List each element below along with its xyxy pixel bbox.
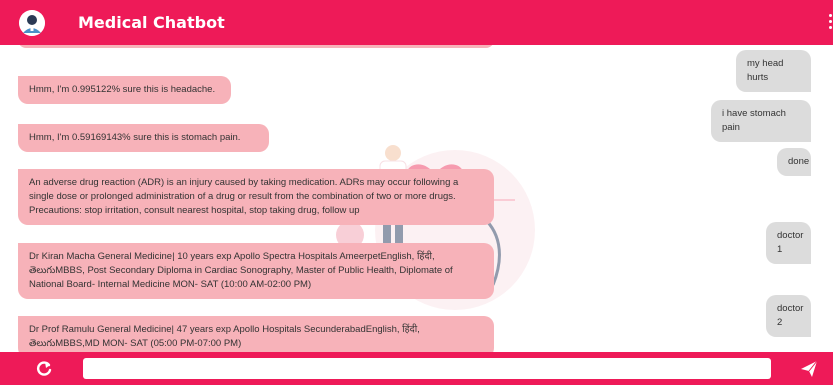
user-message: my head hurts <box>736 50 811 92</box>
user-message: doctor 2 <box>766 295 811 337</box>
bot-message: Hmm, I'm 0.995122% sure this is headache… <box>18 76 231 104</box>
user-message: doctor 1 <box>766 222 811 264</box>
user-message: i have stomach pain <box>711 100 811 142</box>
app-header: Medical Chatbot <box>0 0 833 45</box>
app-title: Medical Chatbot <box>78 13 225 32</box>
bot-message: Dr Kiran Macha General Medicine| 10 year… <box>18 243 494 299</box>
refresh-icon[interactable] <box>35 360 53 378</box>
message-input[interactable] <box>83 358 771 379</box>
more-vertical-icon[interactable] <box>827 14 833 34</box>
send-icon[interactable] <box>800 360 818 378</box>
chat-area[interactable]: my head hurts Hmm, I'm 0.995122% sure th… <box>0 45 833 352</box>
bot-message: Dr Prof Ramulu General Medicine| 47 year… <box>18 316 494 352</box>
doctor-avatar-icon <box>19 10 45 36</box>
bot-message: An adverse drug reaction (ADR) is an inj… <box>18 169 494 225</box>
previous-message-edge <box>18 45 494 48</box>
bot-message: Hmm, I'm 0.59169143% sure this is stomac… <box>18 124 269 152</box>
user-message: done <box>777 148 811 176</box>
composer-bar <box>0 352 833 385</box>
medical-background-illustration <box>325 145 535 310</box>
